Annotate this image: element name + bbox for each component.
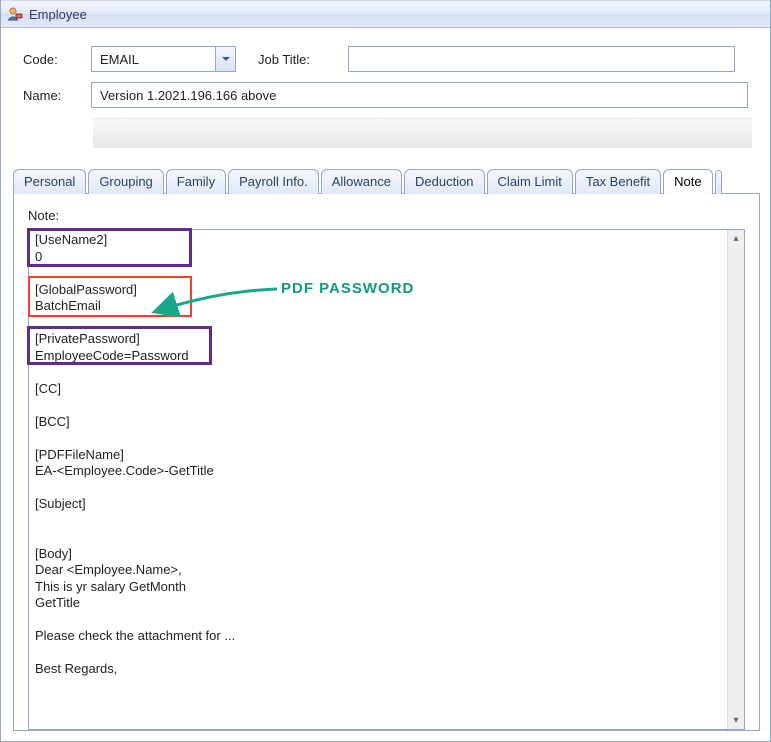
tab-allowance[interactable]: Allowance [321, 169, 402, 194]
tab-overflow[interactable] [715, 170, 722, 194]
titlebar[interactable]: Employee [1, 0, 770, 28]
jobtitle-field[interactable] [348, 46, 735, 72]
tab-family[interactable]: Family [166, 169, 226, 194]
note-label: Note: [28, 208, 745, 223]
code-combobox[interactable]: EMAIL [91, 46, 236, 72]
chevron-down-icon: ▾ [733, 715, 738, 726]
chevron-down-icon [221, 54, 231, 64]
note-scrollbar[interactable]: ▴ ▾ [727, 230, 744, 729]
tab-body-note: Note: [UseName2] 0 [GlobalPassword] Batc… [13, 193, 760, 731]
tab-note[interactable]: Note [663, 169, 712, 194]
note-textarea[interactable]: [UseName2] 0 [GlobalPassword] BatchEmail… [29, 230, 727, 729]
tab-deduction[interactable]: Deduction [404, 169, 485, 194]
window-title: Employee [29, 7, 87, 22]
name-field[interactable]: Version 1.2021.196.166 above [91, 82, 748, 108]
scroll-up-button[interactable]: ▴ [728, 230, 744, 247]
code-label: Code: [23, 52, 91, 67]
code-value: EMAIL [100, 52, 139, 67]
scroll-down-button[interactable]: ▾ [728, 712, 744, 729]
toolbar-placeholder [93, 118, 752, 148]
chevron-up-icon: ▴ [733, 233, 738, 244]
employee-icon [7, 6, 23, 22]
form-area: Code: EMAIL Job Title: Name: Version 1.2… [1, 28, 770, 154]
code-dropdown-button[interactable] [215, 47, 235, 71]
jobtitle-label: Job Title: [258, 52, 330, 67]
window: Employee Code: EMAIL Job Title: Name: [0, 0, 771, 742]
tab-tax-benefit[interactable]: Tax Benefit [575, 169, 661, 194]
tab-strip: PersonalGroupingFamilyPayroll Info.Allow… [13, 168, 770, 193]
name-label: Name: [23, 88, 91, 103]
name-value: Version 1.2021.196.166 above [100, 88, 276, 103]
tab-payroll-info-[interactable]: Payroll Info. [228, 169, 319, 194]
note-textarea-wrap: [UseName2] 0 [GlobalPassword] BatchEmail… [28, 229, 745, 730]
tab-grouping[interactable]: Grouping [88, 169, 163, 194]
tab-personal[interactable]: Personal [13, 169, 86, 194]
client-area: Code: EMAIL Job Title: Name: Version 1.2… [1, 28, 770, 741]
tab-claim-limit[interactable]: Claim Limit [487, 169, 573, 194]
